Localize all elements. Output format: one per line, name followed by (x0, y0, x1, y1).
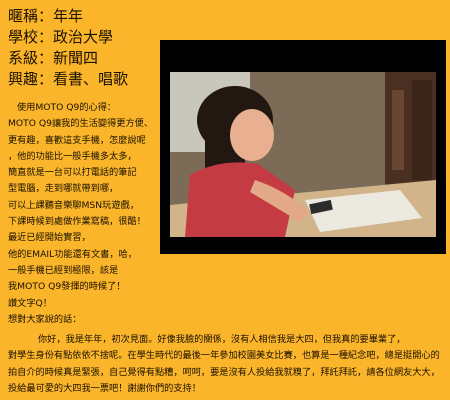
story-line: 他的EMAIL功能還有文書，哈， (8, 248, 137, 260)
hobbies-text: 興趣：看書、唱歌 (8, 70, 129, 88)
story-heading: 使用MOTO Q9的心得： (17, 102, 117, 113)
usage-story: 使用MOTO Q9的心得： MOTO Q9讓我的生活變得更方便、 更有趣，喜歡這… (8, 100, 158, 328)
story-line: 一般手機已經到極限，該是 (8, 264, 119, 276)
story-line: 最近已經開始實習， (8, 232, 91, 244)
story-line: MOTO Q9讓我的生活變得更方便、 (8, 118, 154, 130)
nickname-text: 暱稱：年年 (8, 7, 84, 25)
school-text: 學校：政治大學 (8, 28, 114, 46)
message-line: 對學生身份有點依依不捨呢。在學生時代的最後一年參加校園美女比賽，也算是一種紀念吧… (8, 350, 440, 362)
story-line: ，他的功能比一般手機多太多， (8, 150, 137, 162)
story-line: 可以上課聽音樂聊MSN玩遊戲， (8, 199, 139, 211)
message-line: 拍自介的時候真是緊張，自己覺得有點糟，呵呵，要是沒有人投給我就糗了，拜託拜託，請… (8, 366, 440, 378)
girl-using-phone-photo (160, 40, 446, 254)
story-line: 想對大家說的話： (8, 313, 82, 325)
story-line: 我MOTO Q9發揮的時候了！ (8, 281, 126, 293)
story-line: 下課時候到處做作業寫稿，很酷！ (8, 216, 146, 228)
message-line: 投給最可愛的大四我一票吧！謝謝你們的支持！ (8, 382, 201, 394)
story-line: 更有趣，喜歡這支手機，怎麼說呢 (8, 134, 146, 146)
message-line: 你好，我是年年，初次見面。好像我臉的關係，沒有人相信我是大四，但我真的要畢業了， (38, 334, 406, 345)
story-line: 讚文字Q！ (8, 297, 52, 309)
story-line: 型電腦，走到哪就帶到哪， (8, 183, 119, 195)
department-text: 系級：新聞四 (8, 49, 99, 67)
profile-block: 暱稱：年年 學校：政治大學 系級：新聞四 興趣：看書、唱歌 (8, 6, 128, 90)
story-line: 簡直就是一台可以打電話的筆記 (8, 167, 137, 179)
message-paragraph: 你好，我是年年，初次見面。好像我臉的關係，沒有人相信我是大四，但我真的要畢業了，… (8, 332, 446, 397)
